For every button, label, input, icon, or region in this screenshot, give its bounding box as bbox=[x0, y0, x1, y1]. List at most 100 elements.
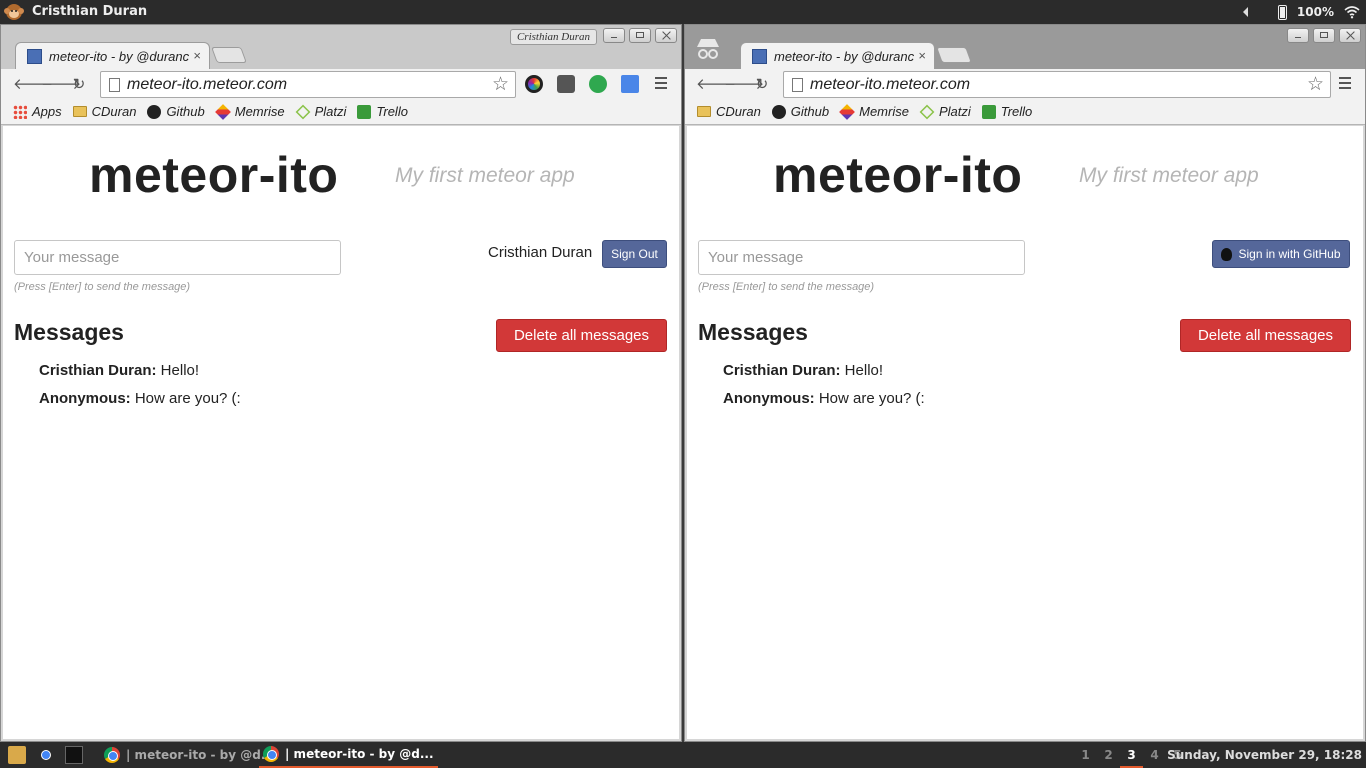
tab-title: meteor-ito - by @duranc bbox=[49, 49, 189, 64]
workspace-1[interactable]: 1 bbox=[1074, 742, 1097, 768]
web-page: meteor-ito My first meteor app (Press [E… bbox=[687, 126, 1363, 739]
message-hint: (Press [Enter] to send the message) bbox=[14, 281, 191, 293]
browser-menu-icon[interactable] bbox=[655, 77, 667, 89]
close-window-button[interactable] bbox=[655, 28, 677, 43]
browser-menu-icon[interactable] bbox=[1339, 77, 1351, 89]
wifi-icon[interactable] bbox=[1344, 5, 1360, 19]
app-title: meteor-ito bbox=[89, 147, 339, 203]
apps-grid-icon bbox=[13, 104, 27, 119]
bookmark-memrise[interactable]: Memrise bbox=[214, 103, 285, 120]
file-manager-launcher-icon[interactable] bbox=[8, 746, 26, 764]
maximize-button[interactable] bbox=[1313, 28, 1335, 43]
message-text: How are you? (: bbox=[814, 390, 925, 407]
sign-in-github-button[interactable]: Sign in with GitHub bbox=[1212, 240, 1350, 268]
folder-icon bbox=[72, 106, 87, 117]
bookmark-platzi[interactable]: Platzi bbox=[295, 104, 346, 119]
pocket-extension-icon[interactable] bbox=[557, 75, 575, 93]
message-text: How are you? (: bbox=[130, 390, 241, 407]
message-input[interactable] bbox=[14, 240, 341, 275]
bookmark-cduran[interactable]: CDuran bbox=[72, 104, 136, 119]
page-favicon-icon bbox=[752, 49, 767, 64]
bookmark-star-icon[interactable]: ☆ bbox=[1307, 73, 1324, 96]
forward-arrow-icon[interactable]: 🡒 bbox=[724, 75, 764, 93]
bookmark-star-icon[interactable]: ☆ bbox=[492, 73, 509, 96]
sign-out-button[interactable]: Sign Out bbox=[602, 240, 667, 268]
system-tray: 100% bbox=[1242, 0, 1366, 24]
window-controls bbox=[1287, 28, 1361, 43]
tab-meteor-ito[interactable]: meteor-ito - by @duranc × bbox=[740, 42, 935, 70]
address-bar[interactable]: meteor-ito.meteor.com ☆ bbox=[783, 71, 1331, 98]
list-item: Anonymous: How are you? (: bbox=[39, 390, 241, 418]
new-tab-button[interactable] bbox=[936, 47, 972, 63]
monkey-avatar-icon[interactable] bbox=[4, 2, 24, 22]
taskbar-item-label: | meteor-ito - by @d... bbox=[126, 748, 275, 762]
taskbar-item-active[interactable]: | meteor-ito - by @d... bbox=[259, 742, 438, 768]
page-icon bbox=[109, 78, 120, 92]
forward-arrow-icon[interactable]: 🡒 bbox=[41, 75, 81, 93]
bookmark-platzi[interactable]: Platzi bbox=[919, 104, 971, 119]
reload-icon[interactable]: ↻ bbox=[753, 75, 771, 93]
tab-meteor-ito[interactable]: meteor-ito - by @duranc × bbox=[15, 42, 210, 70]
github-icon bbox=[147, 104, 162, 119]
tab-close-icon[interactable]: × bbox=[193, 48, 201, 63]
browser-toolbar: 🡐 🡒 ↻ meteor-ito.meteor.com ☆ bbox=[685, 69, 1365, 99]
github-octocat-icon bbox=[1221, 247, 1233, 261]
minimize-button[interactable] bbox=[1287, 28, 1309, 43]
reload-icon[interactable]: ↻ bbox=[70, 75, 88, 93]
color-picker-extension-icon[interactable] bbox=[525, 75, 543, 93]
tab-strip: Cristhian Duran meteor-ito - by @duranc … bbox=[1, 25, 681, 70]
tab-title: meteor-ito - by @duranc bbox=[774, 49, 914, 64]
profile-badge[interactable]: Cristhian Duran bbox=[509, 29, 597, 45]
back-arrow-icon[interactable]: 🡐 bbox=[696, 75, 736, 93]
bookmark-trello[interactable]: Trello bbox=[357, 104, 408, 119]
battery-icon[interactable] bbox=[1277, 4, 1287, 20]
address-bar[interactable]: meteor-ito.meteor.com ☆ bbox=[100, 71, 516, 98]
message-input[interactable] bbox=[698, 240, 1025, 275]
chrome-icon bbox=[104, 747, 120, 763]
bookmark-apps[interactable]: Apps bbox=[13, 104, 62, 119]
list-item: Anonymous: How are you? (: bbox=[723, 390, 925, 418]
list-item: Cristhian Duran: Hello! bbox=[723, 362, 925, 390]
tab-close-icon[interactable]: × bbox=[918, 48, 926, 63]
window-controls bbox=[603, 28, 677, 43]
platzi-icon bbox=[919, 104, 935, 119]
bookmark-cduran[interactable]: CDuran bbox=[697, 104, 761, 119]
delete-all-messages-button[interactable]: Delete all messages bbox=[496, 319, 667, 352]
session-user-name[interactable]: Cristhian Duran bbox=[32, 4, 147, 19]
maximize-button[interactable] bbox=[629, 28, 651, 43]
bottom-panel: | meteor-ito - by @d... | meteor-ito - b… bbox=[0, 742, 1366, 768]
workspace-2[interactable]: 2 bbox=[1097, 742, 1120, 768]
new-tab-button[interactable] bbox=[211, 47, 247, 63]
close-window-button[interactable] bbox=[1339, 28, 1361, 43]
tray-expand-icon[interactable] bbox=[1242, 7, 1248, 17]
taskbar-item[interactable]: | meteor-ito - by @d... bbox=[100, 742, 279, 768]
messages-heading: Messages bbox=[698, 319, 808, 345]
back-arrow-icon[interactable]: 🡐 bbox=[13, 75, 53, 93]
delete-all-messages-button[interactable]: Delete all messages bbox=[1180, 319, 1351, 352]
bookmark-github[interactable]: Github bbox=[147, 104, 205, 119]
top-panel: Cristhian Duran 100% bbox=[0, 0, 1366, 24]
terminal-launcher-icon[interactable] bbox=[65, 746, 83, 764]
trello-icon bbox=[357, 104, 372, 119]
folder-icon bbox=[697, 106, 711, 117]
workspace-3[interactable]: 3 bbox=[1120, 742, 1143, 768]
message-list: Cristhian Duran: Hello! Anonymous: How a… bbox=[39, 362, 241, 418]
bookmark-github[interactable]: Github bbox=[771, 104, 829, 119]
incognito-icon bbox=[697, 39, 719, 59]
bookmark-trello[interactable]: Trello bbox=[981, 104, 1032, 119]
minimize-button[interactable] bbox=[603, 28, 625, 43]
translate-extension-icon[interactable] bbox=[621, 75, 639, 93]
workspace-4[interactable]: 4 bbox=[1143, 742, 1166, 768]
trello-icon bbox=[981, 104, 996, 119]
sign-in-github-label: Sign in with GitHub bbox=[1238, 247, 1341, 261]
taskbar-item-label: | meteor-ito - by @d... bbox=[285, 747, 434, 761]
chrome-icon bbox=[263, 746, 279, 762]
browser-window-right: meteor-ito - by @duranc × 🡐 🡒 ↻ meteor-i… bbox=[684, 24, 1366, 742]
platzi-icon bbox=[295, 104, 311, 119]
message-list: Cristhian Duran: Hello! Anonymous: How a… bbox=[723, 362, 925, 418]
green-extension-icon[interactable] bbox=[589, 75, 607, 93]
page-favicon-icon bbox=[27, 49, 42, 64]
bookmarks-bar: Apps CDuran Github Memrise Platzi Trello bbox=[1, 99, 681, 125]
clock[interactable]: Sunday, November 29, 18:28 bbox=[1167, 748, 1362, 762]
bookmark-memrise[interactable]: Memrise bbox=[839, 103, 909, 120]
